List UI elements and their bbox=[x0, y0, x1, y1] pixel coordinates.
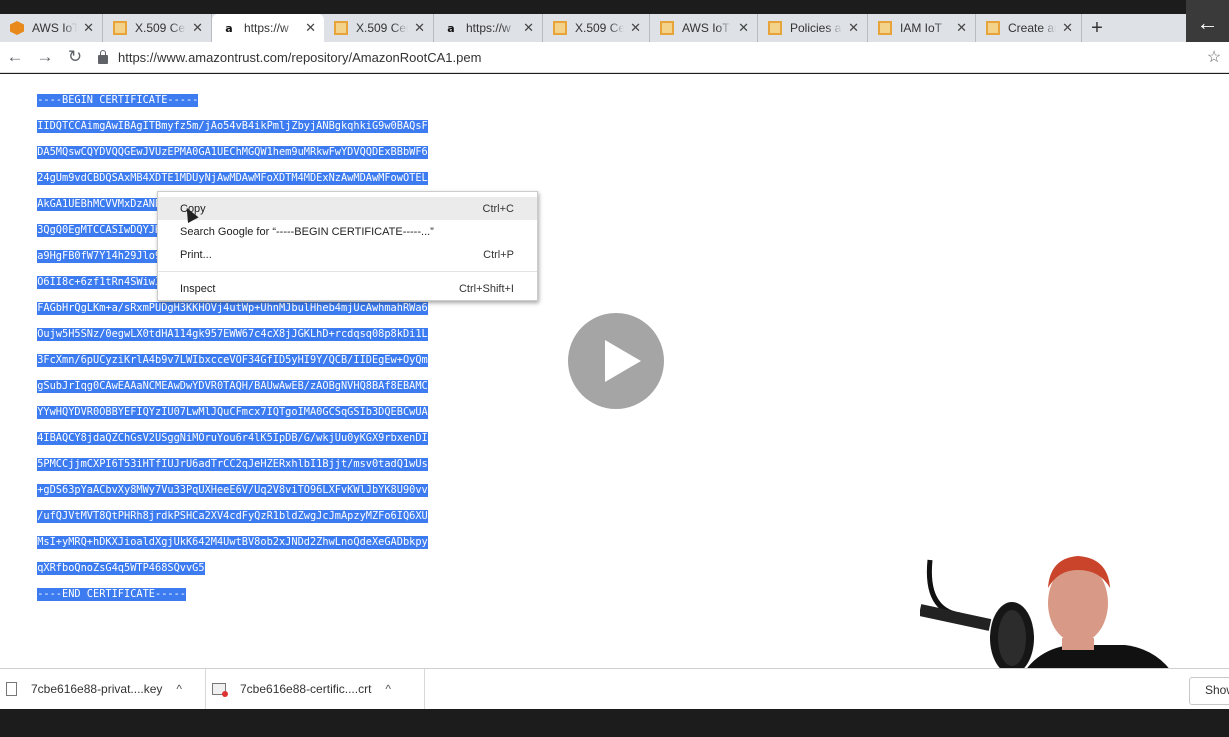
box-icon bbox=[660, 21, 674, 35]
tab-aws-iot[interactable]: AWS IoT ✕ bbox=[0, 14, 103, 42]
cert-line: Oujw5H5SNz/0egwLX0tdHA114gk957EWW67c4cX8… bbox=[37, 328, 428, 341]
close-icon[interactable]: ✕ bbox=[83, 20, 94, 36]
tab-title: AWS IoT bbox=[32, 21, 78, 35]
tab-title: https://w bbox=[466, 21, 511, 35]
close-icon[interactable]: ✕ bbox=[738, 20, 749, 36]
close-icon[interactable]: ✕ bbox=[414, 20, 425, 36]
cert-line: YYwHQYDVR0OBBYEFIQYzIU07LwMlJQuCFmcx7IQT… bbox=[37, 406, 428, 419]
downloads-bar: 7cbe616e88-privat....key ^ 7cbe616e88-ce… bbox=[0, 668, 1229, 710]
menu-item-print[interactable]: Print... Ctrl+P bbox=[158, 243, 537, 266]
close-icon[interactable]: ✕ bbox=[523, 20, 534, 36]
amazon-icon: a bbox=[447, 21, 455, 35]
close-icon[interactable]: ✕ bbox=[630, 20, 641, 36]
close-icon[interactable]: ✕ bbox=[192, 20, 203, 36]
cert-line: IIDQTCCAimgAwIBAgITBmyfz5m/jAo54vB4ikPml… bbox=[37, 120, 428, 133]
box-icon bbox=[986, 21, 1000, 35]
tab-title: Create ar bbox=[1008, 21, 1057, 35]
arrow-right-icon: → bbox=[36, 47, 54, 66]
close-icon[interactable]: ✕ bbox=[848, 20, 859, 36]
chevron-up-icon[interactable]: ^ bbox=[176, 682, 182, 696]
tab-amazon-2[interactable]: a https://w ✕ bbox=[434, 14, 543, 42]
menu-item-label: Print... bbox=[180, 248, 212, 261]
arrow-left-icon: ← bbox=[6, 47, 24, 66]
cert-line: ----END CERTIFICATE----- bbox=[37, 588, 186, 601]
cert-line: ----BEGIN CERTIFICATE----- bbox=[37, 94, 199, 107]
menu-item-copy[interactable]: Copy Ctrl+C bbox=[158, 197, 537, 220]
download-item-key[interactable]: 7cbe616e88-privat....key ^ bbox=[0, 668, 206, 710]
close-icon[interactable]: ✕ bbox=[305, 20, 316, 36]
address-bar[interactable]: https://www.amazontrust.com/repository/A… bbox=[92, 44, 1191, 70]
tab-aws-iot-2[interactable]: AWS IoT ✕ bbox=[650, 14, 758, 42]
cert-line: gSubJrIqg0CAwEAAaNCMEAwDwYDVR0TAQH/BAUwA… bbox=[37, 380, 428, 393]
aws-icon bbox=[10, 21, 24, 35]
menu-item-shortcut: Ctrl+P bbox=[483, 248, 514, 261]
reload-icon: ↻ bbox=[67, 47, 83, 66]
menu-item-shortcut: Ctrl+Shift+I bbox=[458, 282, 514, 295]
tab-x509-certificates-2[interactable]: X.509 Cer ✕ bbox=[324, 14, 434, 42]
cert-line: FAGbHrQgLKm+a/sRxmPUDgH3KKHOVj4utWp+UhnM… bbox=[37, 302, 428, 315]
certificate-icon bbox=[212, 683, 228, 697]
show-all-button[interactable]: Show bbox=[1189, 677, 1229, 705]
close-icon[interactable]: ✕ bbox=[1062, 20, 1073, 36]
context-menu: Copy Ctrl+C Search Google for “-----BEGI… bbox=[157, 191, 538, 301]
tab-x509-certificates[interactable]: X.509 Cer ✕ bbox=[103, 14, 212, 42]
tab-amazontrust-active[interactable]: a https://w ✕ bbox=[212, 14, 324, 42]
download-filename: 7cbe616e88-certific....crt bbox=[240, 682, 372, 696]
reload-button[interactable]: ↻ bbox=[60, 42, 90, 72]
tab-title: Policies a bbox=[790, 21, 842, 35]
menu-item-label: Inspect bbox=[180, 282, 216, 295]
tab-title: IAM IoT bbox=[900, 21, 943, 35]
play-button[interactable] bbox=[568, 313, 664, 409]
certificate-text[interactable]: ----BEGIN CERTIFICATE----- IIDQTCCAimgAw… bbox=[0, 81, 428, 614]
menu-item-shortcut: Ctrl+C bbox=[482, 202, 514, 215]
tab-create[interactable]: Create ar ✕ bbox=[976, 14, 1082, 42]
cert-line: 3FcXmn/6pUCyziKrlA4b9v7LWIbxcceVOF34GfID… bbox=[37, 354, 428, 367]
box-icon bbox=[553, 21, 567, 35]
tab-iam-iot[interactable]: IAM IoT ✕ bbox=[868, 14, 976, 42]
tab-title: X.509 Cer bbox=[135, 21, 187, 35]
browser-tab-strip: AWS IoT ✕ X.509 Cer ✕ a https://w ✕ X.50… bbox=[0, 14, 1229, 42]
url-text: https://www.amazontrust.com/repository/A… bbox=[118, 49, 482, 65]
cert-line: 5PMCCjjmCXPI6T53iHTfIUJrU6adTrCC2qJeHZER… bbox=[37, 458, 428, 471]
forward-button[interactable]: → bbox=[30, 42, 60, 72]
video-frame: AWS IoT ✕ X.509 Cer ✕ a https://w ✕ X.50… bbox=[0, 0, 1229, 737]
browser-toolbar: ← → ↻ https://www.amazontrust.com/reposi… bbox=[0, 42, 1229, 73]
cert-line: 4IBAQCY8jdaQZChGsV2USggNiMOruYou6r4lK5Ip… bbox=[37, 432, 428, 445]
cert-line: MsI+yMRQ+hDKXJioaldXgjUkK642M4UwtBV8ob2x… bbox=[37, 536, 428, 549]
tab-title: AWS IoT bbox=[682, 21, 730, 35]
box-icon bbox=[768, 21, 782, 35]
file-icon bbox=[6, 682, 17, 696]
back-button[interactable]: ← bbox=[0, 42, 30, 72]
bookmark-star-icon[interactable]: ☆ bbox=[1199, 47, 1229, 67]
video-top-bar bbox=[0, 0, 1229, 14]
menu-separator bbox=[158, 271, 537, 272]
cert-line: 24gUm9vdCBDQSAxMB4XDTE1MDUyNjAwMDAwMFoXD… bbox=[37, 172, 428, 185]
back-arrow-icon[interactable]: ← bbox=[1186, 0, 1229, 45]
new-tab-button[interactable]: + bbox=[1082, 14, 1112, 42]
download-filename: 7cbe616e88-privat....key bbox=[31, 682, 163, 696]
tab-title: X.509 Ce bbox=[575, 21, 625, 35]
lock-icon bbox=[98, 49, 108, 64]
tab-x509-certificates-3[interactable]: X.509 Ce ✕ bbox=[543, 14, 650, 42]
box-icon bbox=[878, 21, 892, 35]
tab-policies[interactable]: Policies a ✕ bbox=[758, 14, 868, 42]
chevron-up-icon[interactable]: ^ bbox=[385, 682, 391, 696]
download-item-crt[interactable]: 7cbe616e88-certific....crt ^ bbox=[206, 668, 425, 710]
tab-title: https://w bbox=[244, 21, 289, 35]
cert-line: qXRfboQnoZsG4q5WTP468SQvvG5 bbox=[37, 562, 205, 575]
tab-title: X.509 Cer bbox=[356, 21, 409, 35]
box-icon bbox=[113, 21, 127, 35]
cert-line: +gDS63pYaACbvXy8MWy7Vu33PqUXHeeE6V/Uq2V8… bbox=[37, 484, 428, 497]
amazon-icon: a bbox=[225, 21, 233, 35]
close-icon[interactable]: ✕ bbox=[956, 20, 967, 36]
menu-item-label: Search Google for “-----BEGIN CERTIFICAT… bbox=[180, 225, 434, 238]
cert-line: /ufQJVtMVT8QtPHRh8jrdkPSHCa2XV4cdFyQzR1b… bbox=[37, 510, 428, 523]
video-bottom-bar bbox=[0, 709, 1229, 737]
menu-item-inspect[interactable]: Inspect Ctrl+Shift+I bbox=[158, 277, 537, 300]
cert-line: DA5MQswCQYDVQQGEwJVUzEPMA0GA1UEChMGQW1he… bbox=[37, 146, 428, 159]
menu-item-search-google[interactable]: Search Google for “-----BEGIN CERTIFICAT… bbox=[158, 220, 537, 243]
box-icon bbox=[334, 21, 348, 35]
